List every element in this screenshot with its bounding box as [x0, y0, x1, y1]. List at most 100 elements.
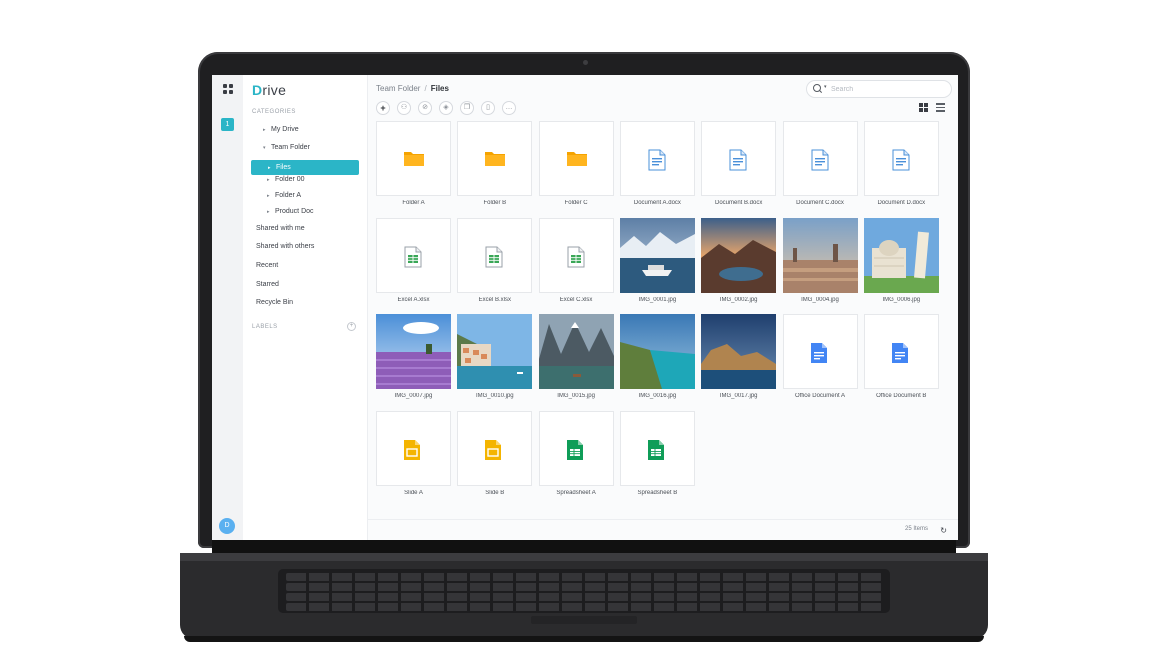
folder-icon — [484, 149, 506, 172]
file-item[interactable]: Office Document B — [863, 314, 939, 407]
word-document-icon — [810, 149, 830, 176]
sidebar-item-team-folder[interactable]: ▾ Team Folder — [263, 144, 310, 151]
sidebar-item-shared-with-me[interactable]: Shared with me — [256, 225, 305, 232]
caret-right-icon[interactable]: ▸ — [268, 161, 276, 176]
sidebar-item-label: Recycle Bin — [256, 299, 293, 306]
file-item[interactable]: Excel A.xlsx — [376, 217, 451, 311]
photo-thumbnail — [701, 217, 777, 293]
file-item[interactable]: IMG_0004.jpg — [782, 217, 858, 311]
spreadsheet-icon — [647, 439, 665, 466]
file-thumbnail — [619, 410, 695, 486]
caret-right-icon[interactable]: ▸ — [263, 127, 271, 133]
excel-file-icon — [403, 246, 423, 273]
breadcrumb-parent[interactable]: Team Folder — [376, 84, 420, 93]
search-icon — [813, 84, 821, 92]
file-name: IMG_0016.jpg — [638, 393, 677, 399]
file-name: IMG_0004.jpg — [801, 296, 839, 303]
laptop-hinge — [180, 553, 988, 561]
caret-down-icon[interactable]: ▾ — [263, 145, 271, 151]
breadcrumb-current: Files — [430, 84, 449, 93]
sidebar-item-label: Shared with others — [256, 243, 315, 250]
categories-heading: CATEGORIES — [252, 109, 296, 115]
file-name: Office Document A — [795, 393, 845, 399]
grid-view-icon[interactable] — [919, 103, 928, 112]
file-item[interactable]: Excel C.xlsx — [538, 217, 614, 311]
file-item[interactable]: IMG_0002.jpg — [701, 217, 777, 311]
apps-grid-icon[interactable] — [223, 84, 233, 94]
new-button[interactable]: + — [376, 101, 390, 115]
add-label-button[interactable]: + — [347, 322, 356, 331]
file-name: Folder A — [402, 200, 425, 206]
file-item[interactable]: Document B.docx — [701, 121, 777, 214]
sidebar-item-product-doc[interactable]: ▸ Product Doc — [267, 208, 314, 215]
sidebar-item-starred[interactable]: Starred — [256, 281, 279, 288]
avatar[interactable]: D — [219, 518, 235, 534]
more-button[interactable]: … — [502, 101, 516, 115]
breadcrumb: Team Folder / Files — [376, 84, 449, 93]
file-item[interactable]: IMG_0015.jpg — [538, 314, 614, 407]
search-input[interactable] — [829, 83, 943, 96]
file-name: IMG_0006.jpg — [882, 296, 921, 303]
photo-thumbnail — [538, 314, 614, 389]
file-item[interactable]: IMG_0017.jpg — [701, 314, 777, 407]
file-item[interactable]: IMG_0007.jpg — [376, 314, 451, 407]
chevron-down-icon[interactable]: ▾ — [824, 84, 827, 90]
folder-icon — [403, 149, 425, 172]
word-document-icon — [891, 149, 911, 176]
sidebar-item-shared-with-others[interactable]: Shared with others — [256, 243, 314, 250]
share-user-button[interactable]: ⚇ — [397, 101, 411, 115]
file-name: Folder C — [564, 200, 588, 206]
file-item[interactable]: Office Document A — [782, 314, 858, 407]
file-item[interactable]: Document D.docx — [863, 121, 939, 214]
file-thumbnail — [782, 121, 858, 196]
delete-button[interactable]: ▯ — [481, 101, 495, 115]
link-button[interactable]: ⊘ — [418, 101, 432, 115]
copy-button[interactable]: ❐ — [460, 101, 474, 115]
app-rail: 1 D — [212, 75, 244, 540]
file-item[interactable]: Excel B.xlsx — [457, 217, 533, 311]
search-box[interactable]: ▾ — [806, 80, 952, 98]
word-document-icon — [647, 149, 667, 176]
file-name: IMG_0001.jpg — [638, 296, 677, 303]
file-thumbnail — [863, 314, 939, 389]
file-item[interactable]: Document C.docx — [782, 121, 858, 214]
file-item[interactable]: Spreadsheet A — [538, 410, 614, 504]
folder-icon — [566, 149, 588, 172]
file-name: Excel C.xlsx — [559, 296, 593, 303]
file-thumbnail — [457, 121, 533, 196]
sidebar-item-folder-00[interactable]: ▸ Folder 00 — [267, 176, 305, 183]
caret-right-icon[interactable]: ▸ — [267, 209, 275, 215]
office-document-icon — [891, 342, 909, 369]
file-item[interactable]: Document A.docx — [619, 121, 695, 214]
tag-button[interactable]: ◈ — [439, 101, 453, 115]
sidebar-item-folder-a[interactable]: ▸ Folder A — [267, 192, 301, 199]
file-item[interactable]: IMG_0001.jpg — [619, 217, 695, 311]
file-thumbnail — [863, 121, 939, 196]
file-item[interactable]: Slide B — [457, 410, 533, 504]
file-item[interactable]: IMG_0010.jpg — [457, 314, 533, 407]
file-item[interactable]: Folder B — [457, 121, 533, 214]
sidebar: Drive CATEGORIES ▸ My Drive ▾ Team Folder ▸ F… — [243, 75, 368, 540]
sidebar-item-recent[interactable]: Recent — [256, 262, 278, 269]
file-item[interactable]: Slide A — [376, 410, 451, 504]
notification-badge[interactable]: 1 — [221, 118, 234, 131]
file-thumbnail — [538, 217, 614, 293]
sidebar-item-my-drive[interactable]: ▸ My Drive — [263, 126, 299, 133]
refresh-icon[interactable]: ↻ — [940, 526, 947, 535]
list-view-icon[interactable] — [936, 103, 945, 112]
file-toolbar: + ⚇ ⊘ ◈ ❐ ▯ … — [376, 101, 516, 115]
file-item[interactable]: IMG_0006.jpg — [863, 217, 939, 311]
file-item[interactable]: Folder C — [538, 121, 614, 214]
app-logo: Drive — [252, 82, 287, 98]
sidebar-item-recycle-bin[interactable]: Recycle Bin — [256, 299, 293, 306]
file-item[interactable]: Spreadsheet B — [619, 410, 695, 504]
sidebar-item-label: Shared with me — [256, 225, 305, 232]
file-item[interactable]: IMG_0016.jpg — [619, 314, 695, 407]
file-name: Folder B — [483, 200, 507, 206]
item-count: 25 Items — [904, 526, 928, 532]
file-thumbnail — [376, 217, 451, 293]
caret-right-icon[interactable]: ▸ — [267, 177, 275, 183]
file-item[interactable]: Folder A — [376, 121, 451, 214]
sidebar-item-files[interactable]: ▸ Files — [251, 160, 359, 175]
caret-right-icon[interactable]: ▸ — [267, 193, 275, 199]
